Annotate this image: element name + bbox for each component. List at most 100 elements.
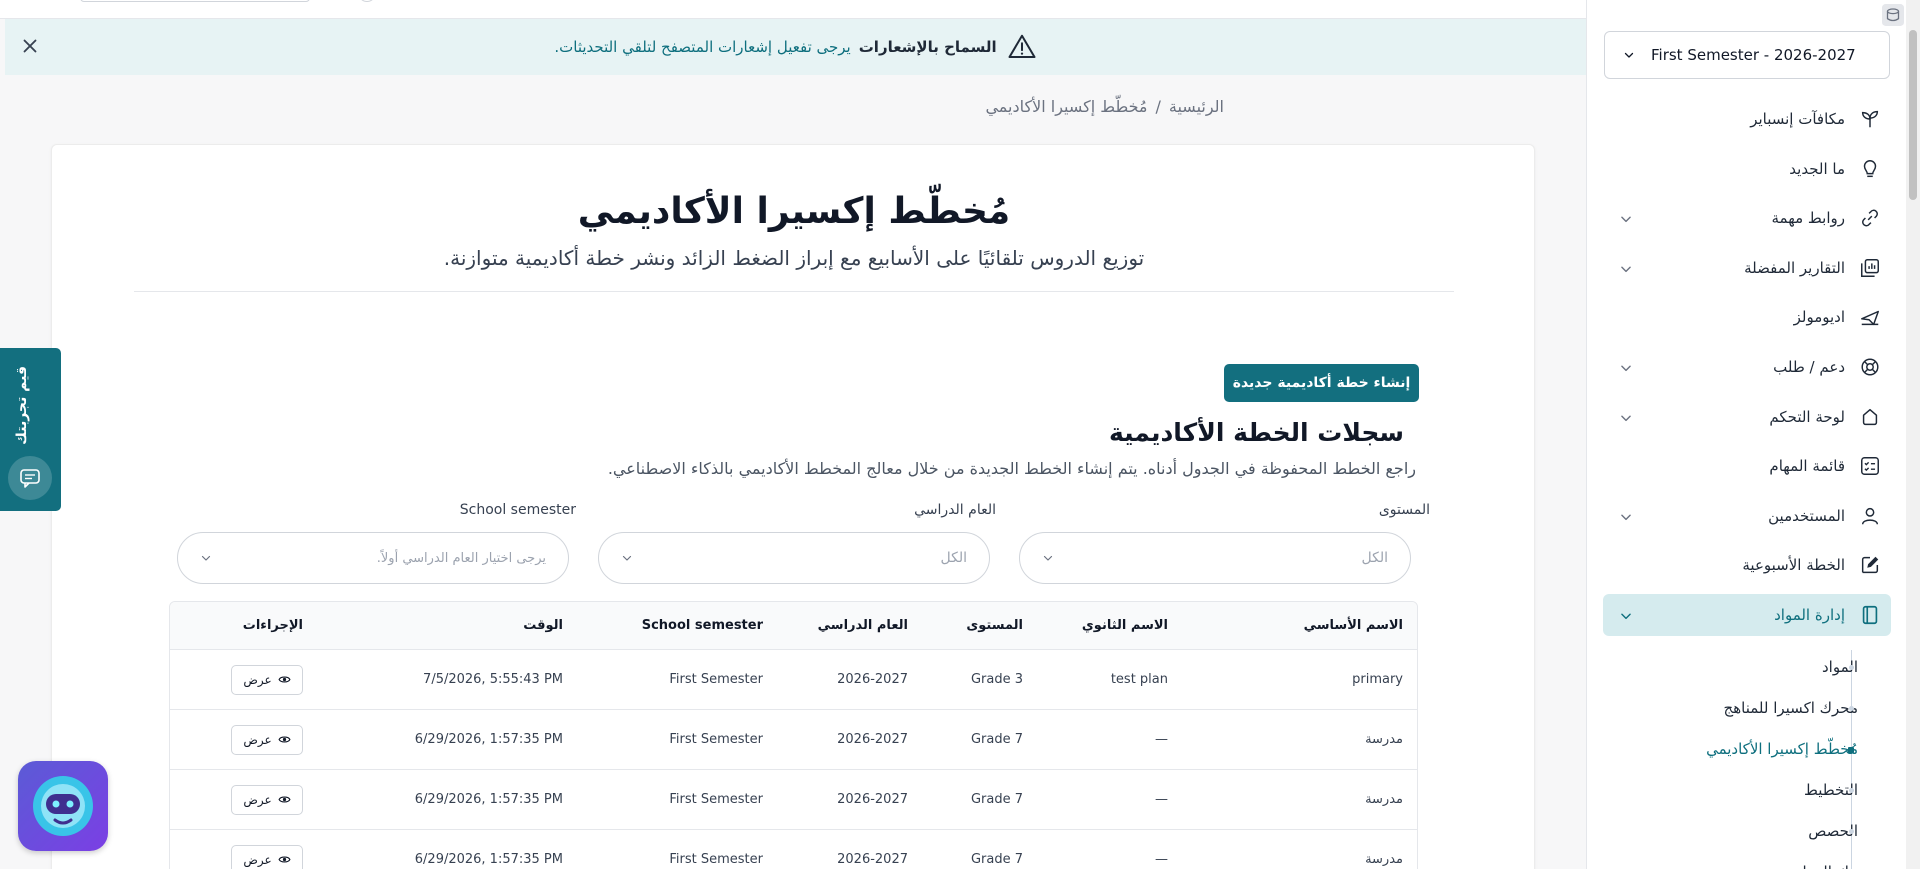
feedback-tab[interactable]: قيم تجربتك <box>0 348 61 511</box>
cell-secondary-name: test plan <box>1110 672 1168 687</box>
dashboard-icon <box>1862 408 1878 425</box>
sidebar-item-label: روابط مهمة <box>1771 209 1846 228</box>
header-semester: School semester <box>641 618 763 633</box>
chevron-down-icon[interactable] <box>1619 262 1633 276</box>
table-header: الاسم الأساسي الاسم الثانوي المستوى العا… <box>170 602 1417 650</box>
sidebar-item-label: دعم / طلب <box>1773 358 1845 376</box>
sidebar-item-label: التقارير المفضلة <box>1744 258 1845 277</box>
view-label: عرض <box>243 792 272 807</box>
edit-icon <box>1861 557 1879 574</box>
view-label: عرض <box>243 732 272 747</box>
lightbulb-icon <box>1863 159 1877 177</box>
submenu-item[interactable]: محرك اكسيرا للمناهج <box>1608 690 1858 726</box>
scrollbar-thumb[interactable] <box>1909 30 1917 200</box>
page-title: مُخطّط إكسيرا الأكاديمي <box>577 191 1011 232</box>
cell-level: Grade 7 <box>970 792 1023 807</box>
header-year: العام الدراسي <box>817 618 908 633</box>
view-button[interactable]: عرض <box>231 784 303 815</box>
divider <box>134 291 1454 292</box>
sidebar-item[interactable]: دعم / طلب <box>1603 346 1891 388</box>
new-plan-button[interactable]: إنشاء خطة أكاديمية جديدة <box>1224 364 1419 402</box>
sidebar-item[interactable]: اديومولز <box>1603 296 1891 338</box>
sidebar-item[interactable]: المستخدمين <box>1603 495 1891 537</box>
sidebar-item-label: قائمة المهام <box>1769 457 1845 476</box>
semester-filter-placeholder: يرجى اختيار العام الدراسي أولاً. <box>376 550 546 566</box>
year-filter-select[interactable]: الكل <box>598 532 990 584</box>
year-filter-label: العام الدراسي <box>914 502 996 518</box>
view-button[interactable]: عرض <box>231 724 303 755</box>
robot-avatar-icon <box>33 776 93 836</box>
submenu-item[interactable]: المواد <box>1608 649 1858 685</box>
cell-primary-name: مدرسة <box>1365 792 1403 807</box>
sidebar-item[interactable]: مكافآت إنسباير <box>1603 98 1891 140</box>
database-icon[interactable] <box>1882 4 1904 26</box>
chevron-down-icon[interactable] <box>1619 609 1633 623</box>
chevron-down-icon[interactable] <box>1619 212 1633 226</box>
close-icon[interactable] <box>19 35 41 57</box>
cell-year: 2026-2027 <box>837 672 908 687</box>
submenu-item[interactable]: الحصص <box>1608 813 1858 849</box>
book-icon <box>1862 605 1878 625</box>
sidebar-item[interactable]: قائمة المهام <box>1603 445 1891 487</box>
page-subtitle: توزيع الدروس تلقائيًا على الأسابيع مع إب… <box>443 246 1145 270</box>
chevron-down-icon[interactable] <box>1619 411 1633 425</box>
lifebuoy-icon <box>1861 358 1879 376</box>
table-row: مدرسة — Grade 7 2026-2027 First Semester 6/29… <box>170 770 1417 830</box>
cell-year: 2026-2027 <box>837 852 908 867</box>
sidebar-item-label: لوحة التحكم <box>1769 407 1845 426</box>
sidebar-item[interactable]: التقارير المفضلة <box>1603 247 1891 289</box>
page-scrollbar[interactable] <box>1906 0 1920 869</box>
top-search-stub[interactable] <box>80 0 310 2</box>
sidebar-item[interactable]: روابط مهمة <box>1603 197 1891 239</box>
chevron-down-icon[interactable] <box>1619 510 1633 524</box>
breadcrumb-separator: / <box>1155 97 1161 116</box>
cell-semester: First Semester <box>669 732 763 747</box>
assistant-bot-button[interactable] <box>18 761 108 851</box>
view-button[interactable]: عرض <box>231 664 303 695</box>
chevron-down-icon <box>1043 555 1053 561</box>
submenu-dot <box>1849 665 1854 670</box>
level-filter-value: الكل <box>1361 550 1389 566</box>
submenu-item[interactable]: مُخطّط إكسيرا الأكاديمي <box>1608 731 1858 767</box>
notification-banner: السماح بالإشعارات يرجى تفعيل إشعارات الم… <box>5 19 1586 75</box>
level-filter-label: المستوى <box>1378 502 1430 518</box>
chevron-down-icon <box>622 555 632 561</box>
eye-icon <box>278 856 291 863</box>
cell-time: 6/29/2026, 1:57:35 PM <box>414 852 563 867</box>
semester-selector[interactable]: First Semester - 2026-2027 <box>1604 31 1890 79</box>
cell-secondary-name: — <box>1155 732 1168 747</box>
cell-time: 7/5/2026, 5:55:43 PM <box>423 672 563 687</box>
cell-semester: First Semester <box>669 672 763 687</box>
submenu-item[interactable]: التخطيط <box>1608 772 1858 808</box>
cell-time: 6/29/2026, 1:57:35 PM <box>414 792 563 807</box>
cell-level: Grade 3 <box>970 672 1023 687</box>
records-subtitle: راجع الخطط المحفوظة في الجدول أدناه. يتم… <box>607 459 1416 478</box>
header-level: المستوى <box>966 618 1023 633</box>
cell-secondary-name: — <box>1155 852 1168 867</box>
cell-primary-name: مدرسة <box>1365 732 1403 747</box>
feedback-label: قيم تجربتك <box>14 366 30 445</box>
sidebar-item-label: ما الجديد <box>1789 159 1845 178</box>
level-filter-select[interactable]: الكل <box>1019 532 1411 584</box>
view-button[interactable]: عرض <box>231 844 303 869</box>
cell-actions: عرض <box>231 770 303 829</box>
feedback-icon <box>8 456 52 500</box>
top-icon-stub[interactable] <box>360 0 374 2</box>
sidebar-item-label: اديومولز <box>1793 308 1845 327</box>
main-content: السماح بالإشعارات يرجى تفعيل إشعارات الم… <box>0 0 1586 869</box>
table-row: primary test plan Grade 3 2026-2027 First Se… <box>170 650 1417 710</box>
sidebar-item[interactable]: الخطة الأسبوعية <box>1603 544 1891 586</box>
cell-secondary-name: — <box>1155 792 1168 807</box>
sidebar-item[interactable]: ما الجديد <box>1603 148 1891 190</box>
eye-icon <box>278 796 291 803</box>
header-secondary-name: الاسم الثانوي <box>1081 618 1168 633</box>
semester-value: First Semester - 2026-2027 <box>1651 46 1856 64</box>
sidebar-item[interactable]: إدارة المواد <box>1603 594 1891 636</box>
submenu-item[interactable]: بنك المواد <box>1608 854 1858 869</box>
sidebar-item[interactable]: لوحة التحكم <box>1603 396 1891 438</box>
breadcrumb-home[interactable]: الرئيسية <box>1169 97 1224 116</box>
chevron-down-icon[interactable] <box>1619 361 1633 375</box>
header-primary-name: الاسم الأساسي <box>1303 618 1403 633</box>
semester-filter-select[interactable]: يرجى اختيار العام الدراسي أولاً. <box>177 532 569 584</box>
cell-semester: First Semester <box>669 852 763 867</box>
